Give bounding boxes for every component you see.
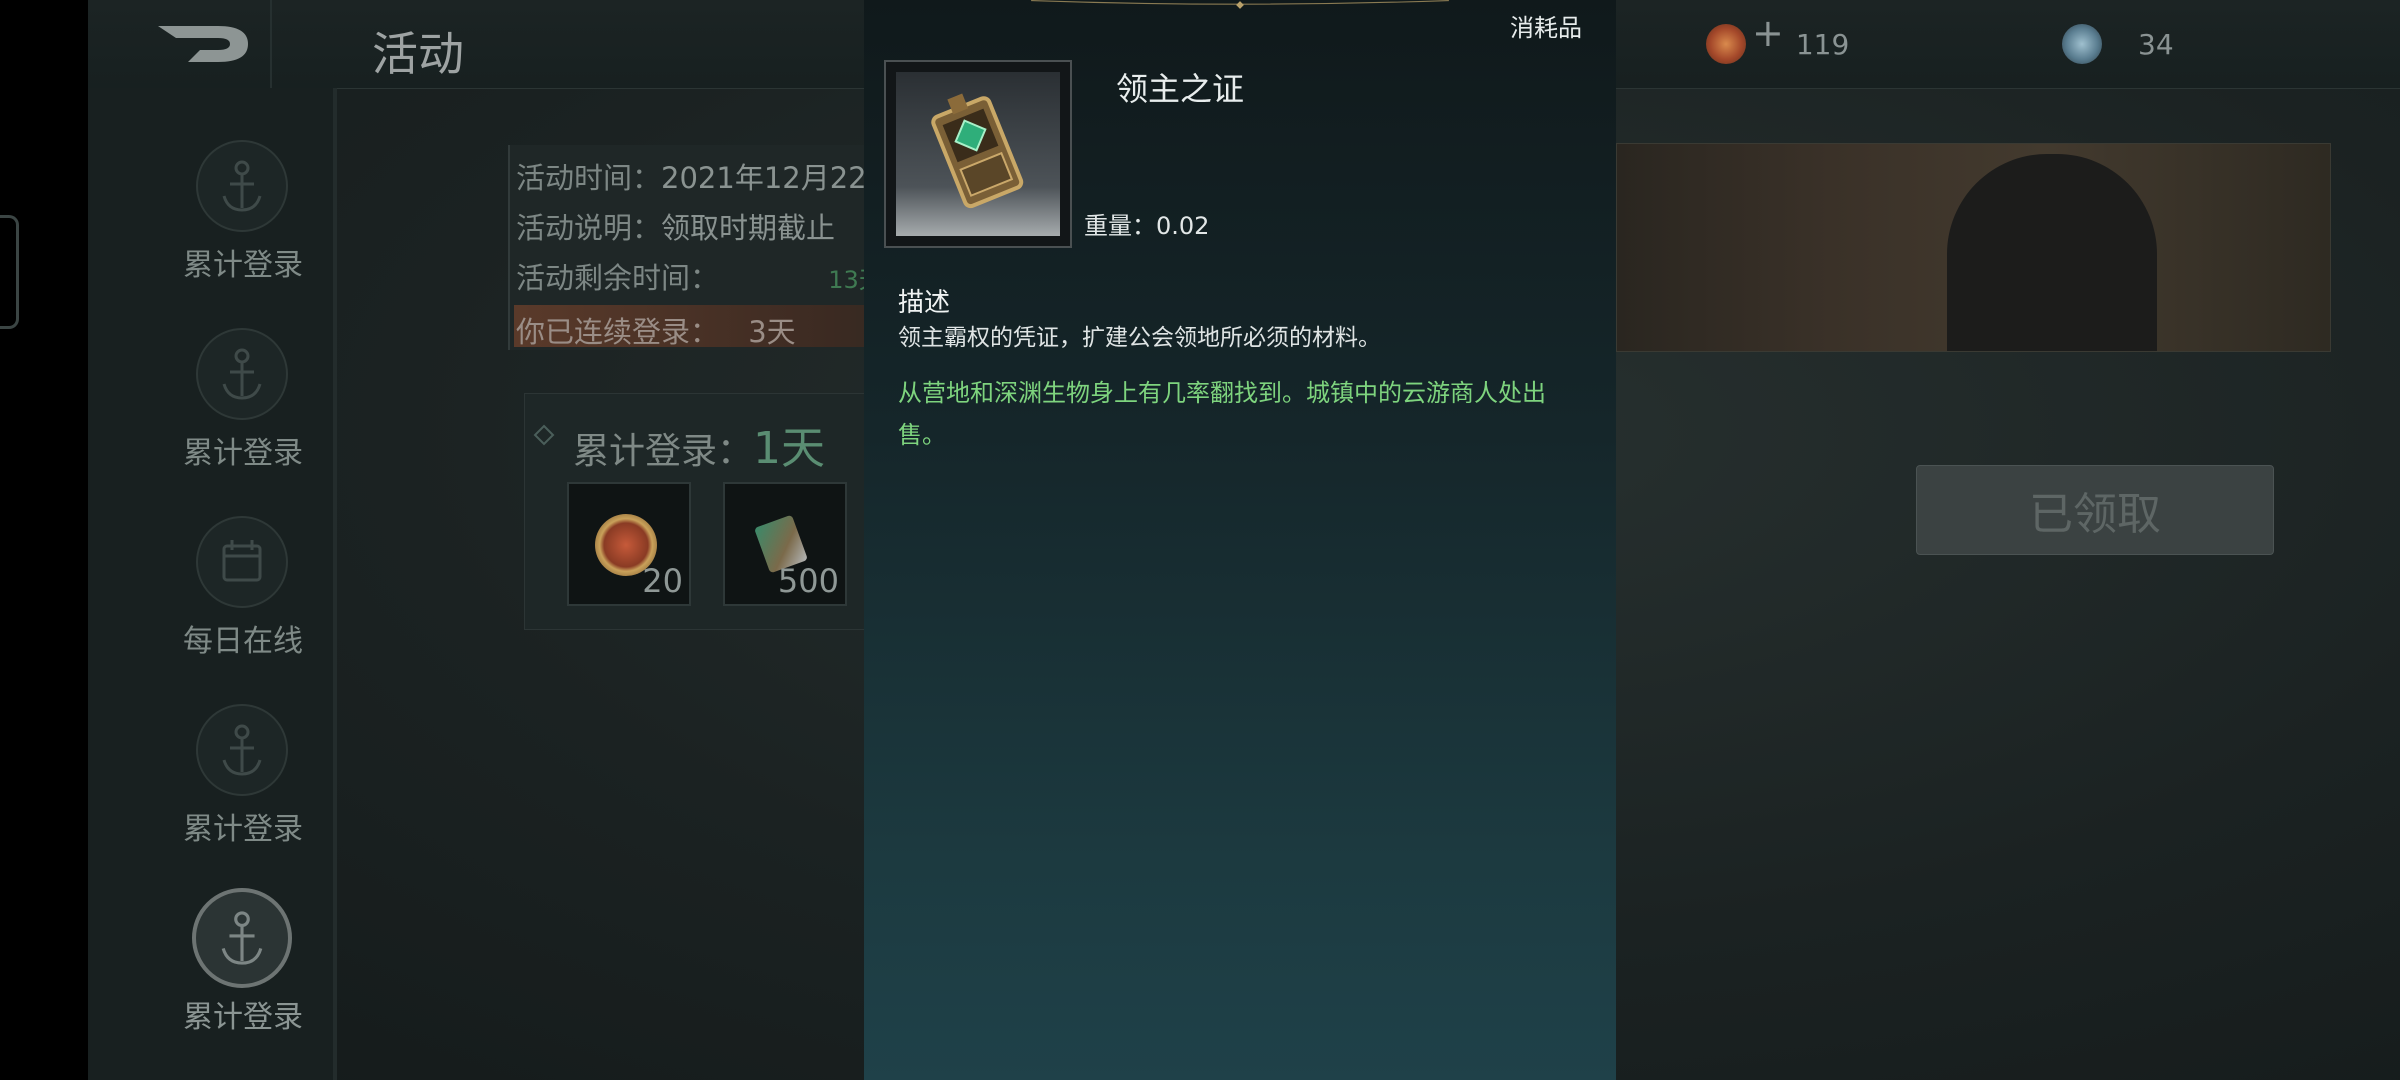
gold-coin-icon bbox=[1706, 24, 1746, 64]
activity-sidebar: 累计登录 累计登录 每日在线 累计登录 累计登录 bbox=[88, 88, 337, 1080]
reward-panel: 累计登录：1天 20 500 bbox=[524, 393, 866, 630]
header-divider bbox=[270, 0, 272, 88]
item-weight: 重量：0.02 bbox=[1084, 212, 1210, 240]
sidebar-item-cumulative-login-1[interactable]: 累计登录 bbox=[88, 140, 333, 310]
activity-time-row: 活动时间：2021年12月22日 bbox=[516, 155, 896, 197]
sidebar-item-cumulative-login-2[interactable]: 累计登录 bbox=[88, 328, 333, 498]
currency-gold: + 119 bbox=[1706, 11, 1850, 68]
reward-title: 累计登录：1天 bbox=[573, 412, 825, 476]
reward-qty: 20 bbox=[642, 562, 683, 600]
sidebar-item-label: 每日在线 bbox=[183, 624, 303, 659]
anchor-icon bbox=[196, 328, 288, 420]
page-title: 活动 bbox=[372, 27, 464, 81]
sidebar-item-cumulative-login-3[interactable]: 累计登录 bbox=[88, 704, 333, 874]
item-source-text: 从营地和深渊生物身上有几率翻找到。城镇中的云游商人处出售。 bbox=[898, 379, 1546, 449]
anchor-icon bbox=[192, 888, 292, 988]
reward-slot-gem[interactable]: 500 bbox=[723, 482, 847, 606]
spirit-orb-icon bbox=[2062, 24, 2102, 64]
item-tooltip[interactable]: 消耗品 领主之证 重量：0.02 描述 领主霸权的凭证，扩建公会领地所必须的材料… bbox=[864, 0, 1616, 1080]
login-streak-row: 你已连续登录： 3天 bbox=[516, 309, 796, 351]
reward-title-days: 1天 bbox=[753, 423, 826, 474]
diamond-bullet-icon bbox=[533, 424, 555, 446]
remaining-time-label: 活动剩余时间： bbox=[516, 261, 720, 295]
calendar-icon bbox=[196, 516, 288, 608]
activity-time-label: 活动时间： bbox=[516, 161, 662, 195]
item-type-tag: 消耗品 bbox=[1510, 14, 1582, 42]
back-arrow-icon bbox=[158, 26, 248, 62]
sidebar-item-daily-online[interactable]: 每日在线 bbox=[88, 516, 333, 686]
reward-title-prefix: 累计登录： bbox=[573, 431, 754, 472]
hooded-figure-art bbox=[1947, 154, 2157, 351]
sidebar-item-label: 累计登录 bbox=[183, 436, 303, 471]
lord-token-icon bbox=[931, 93, 1024, 209]
description-heading: 描述 bbox=[898, 288, 951, 318]
back-button[interactable] bbox=[148, 18, 258, 70]
activity-desc-row: 活动说明：领取时期截止 bbox=[516, 205, 835, 247]
orb-amount: 34 bbox=[2138, 27, 2174, 61]
login-streak-value: 3天 bbox=[748, 315, 796, 349]
reward-slot-medal[interactable]: 20 bbox=[567, 482, 691, 606]
sidebar-item-label: 累计登录 bbox=[183, 248, 303, 283]
currency-orb: 34 bbox=[2062, 20, 2174, 68]
anchor-icon bbox=[196, 704, 288, 796]
login-streak-label: 你已连续登录： bbox=[516, 315, 720, 349]
item-icon-frame bbox=[884, 60, 1072, 248]
item-description: 领主霸权的凭证，扩建公会领地所必须的材料。 bbox=[898, 325, 1381, 351]
sidebar-item-label: 累计登录 bbox=[183, 1000, 303, 1035]
activity-desc-value: 领取时期截止 bbox=[661, 211, 836, 245]
claimed-button[interactable]: 已领取 bbox=[1916, 465, 2274, 555]
sidebar-item-cumulative-login-4[interactable]: 累计登录 bbox=[88, 888, 333, 1062]
event-banner-image bbox=[1616, 143, 2331, 352]
reward-qty: 500 bbox=[777, 562, 839, 600]
activity-desc-label: 活动说明： bbox=[516, 211, 662, 245]
tooltip-top-ornament bbox=[1031, 0, 1449, 9]
anchor-icon bbox=[196, 140, 288, 232]
activity-time-value: 2021年12月22日 bbox=[661, 161, 896, 195]
item-name: 领主之证 bbox=[1116, 70, 1245, 108]
add-gold-button[interactable]: + bbox=[1752, 11, 1784, 55]
remaining-time-row: 活动剩余时间： 13天 bbox=[516, 255, 883, 297]
sidebar-item-label: 累计登录 bbox=[183, 812, 303, 847]
item-icon-bg bbox=[896, 72, 1060, 236]
screen-edge-handle bbox=[0, 215, 19, 329]
gold-amount: 119 bbox=[1795, 27, 1850, 61]
